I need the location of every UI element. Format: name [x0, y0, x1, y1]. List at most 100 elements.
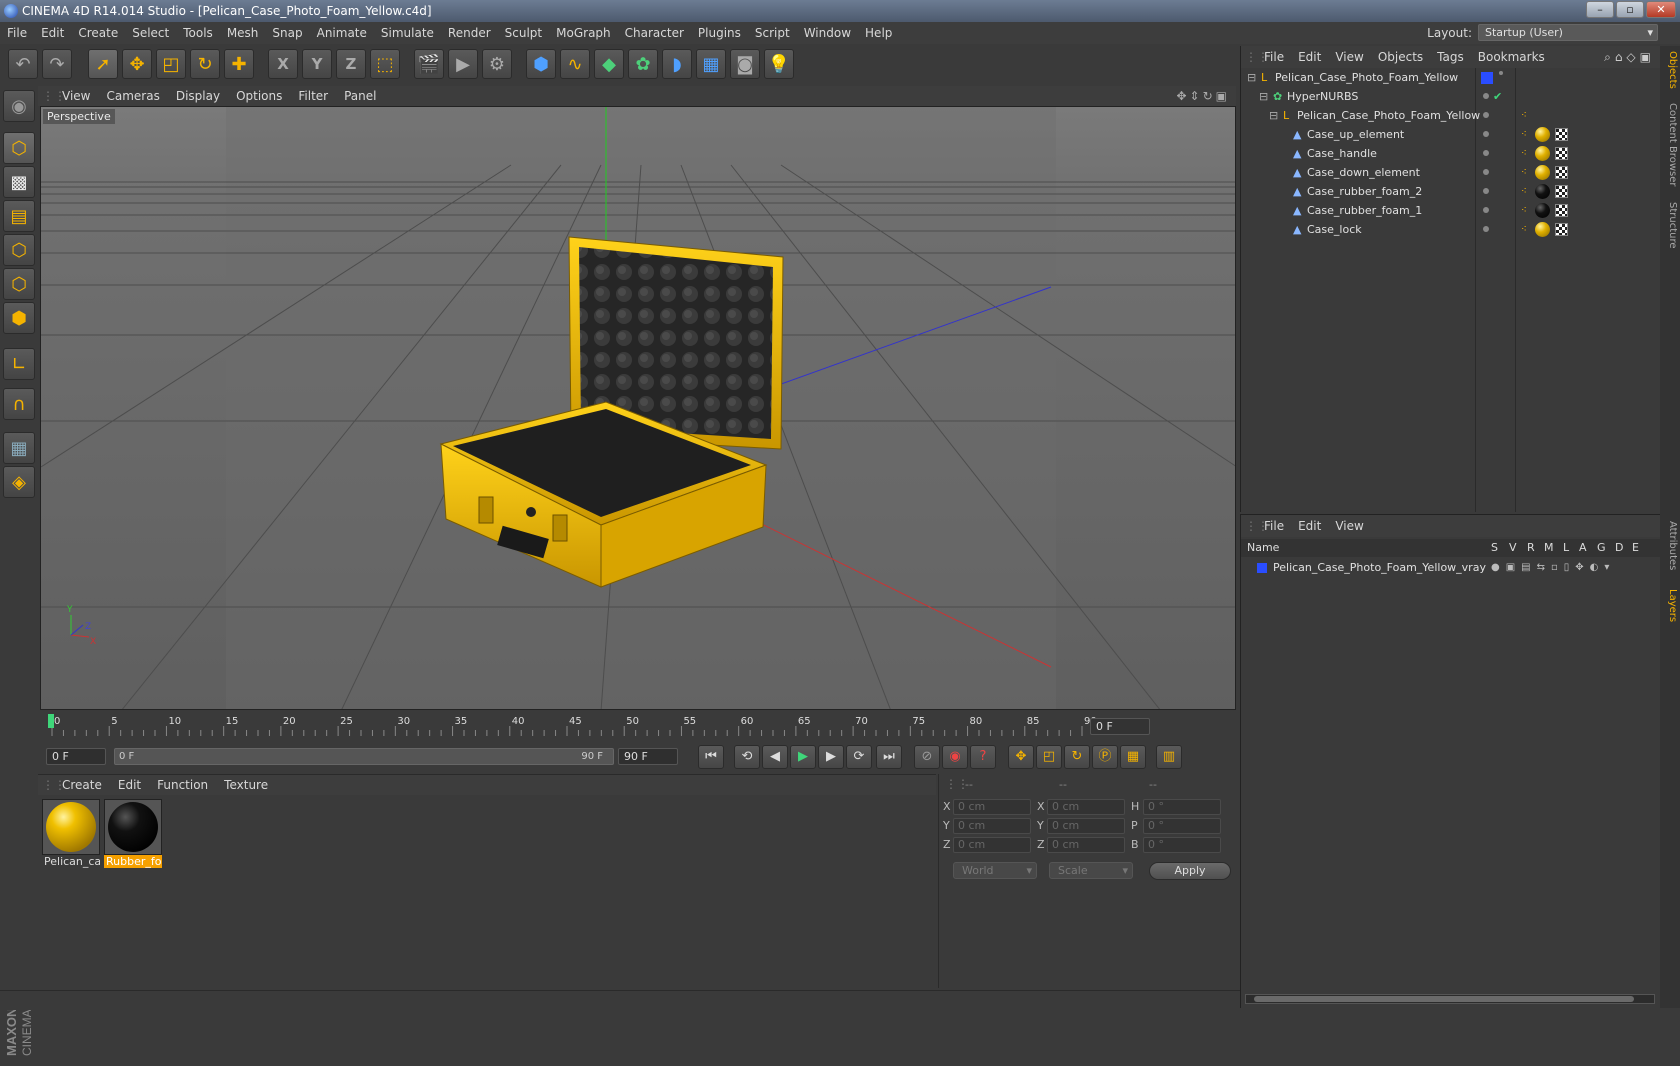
collapse-icon[interactable]: ⊟ — [1269, 106, 1278, 126]
edges-mode-icon[interactable]: ⬡ — [3, 268, 35, 300]
render-view-icon[interactable]: 🎬 — [414, 49, 444, 79]
viewport-menu-display[interactable]: Display — [168, 86, 228, 106]
cube-icon[interactable]: ⬢ — [526, 49, 556, 79]
workplane-mode-icon[interactable]: ▤ — [3, 200, 35, 232]
object-menu-objects[interactable]: Objects — [1371, 46, 1430, 68]
perspective-viewport[interactable]: Y Z X Perspective — [40, 106, 1236, 710]
y-axis-icon[interactable]: Y — [302, 49, 332, 79]
object-row[interactable]: ⊟ L Pelican_Case_Photo_Foam_Yellow — [1241, 68, 1661, 88]
axis-mode-icon[interactable]: ∟ — [3, 348, 35, 380]
spline-icon[interactable]: ∿ — [560, 49, 590, 79]
horizontal-scrollbar[interactable] — [1245, 994, 1655, 1004]
size-z-field[interactable]: 0 cm — [1047, 837, 1125, 853]
light-icon[interactable]: 💡 — [764, 49, 794, 79]
layer-col-manager[interactable]: M — [1544, 539, 1554, 557]
material-swatch-rubber[interactable]: Rubber_foa — [104, 799, 162, 871]
layer-row[interactable]: Pelican_Case_Photo_Foam_Yellow_vray ●▣▤⇆… — [1241, 559, 1661, 577]
next-key-icon[interactable]: ⟳ — [846, 745, 872, 769]
viewport-scene[interactable]: Y Z X — [41, 107, 1236, 710]
size-x-field[interactable]: 0 cm — [1047, 799, 1125, 815]
layer-col-locked[interactable]: L — [1563, 539, 1569, 557]
apply-button[interactable]: Apply — [1149, 862, 1231, 880]
undo-icon[interactable]: ↶ — [8, 49, 38, 79]
texture-tag-icon[interactable] — [1555, 204, 1568, 217]
material-swatch-pelican[interactable]: Pelican_cas — [42, 799, 100, 871]
layer-col-solo[interactable]: S — [1491, 539, 1498, 557]
menu-mograph[interactable]: MoGraph — [549, 22, 618, 44]
select-icon[interactable]: ➚ — [88, 49, 118, 79]
x-axis-icon[interactable]: X — [268, 49, 298, 79]
points-mode-icon[interactable]: ⬡ — [3, 234, 35, 266]
menu-simulate[interactable]: Simulate — [374, 22, 441, 44]
object-row[interactable]: ▲ Case_down_element ⁖ — [1241, 163, 1661, 183]
z-axis-icon[interactable]: Z — [336, 49, 366, 79]
object-search-icons[interactable]: ⌕⌂◇▣ — [1604, 46, 1655, 68]
camera-icon[interactable]: ◙ — [730, 49, 760, 79]
prev-key-icon[interactable]: ⟲ — [734, 745, 760, 769]
preview-range-slider[interactable]: 0 F 90 F — [114, 748, 614, 765]
material-menu-function[interactable]: Function — [149, 775, 216, 795]
tab-content-browser[interactable]: Content Browser — [1662, 100, 1678, 190]
material-menu-edit[interactable]: Edit — [110, 775, 149, 795]
menu-select[interactable]: Select — [125, 22, 176, 44]
material-tag-icon[interactable] — [1535, 127, 1550, 142]
scrollbar-thumb[interactable] — [1254, 996, 1634, 1002]
menu-sculpt[interactable]: Sculpt — [498, 22, 549, 44]
layout-select[interactable]: Startup (User) ▾ — [1478, 24, 1658, 41]
viewport-menu-options[interactable]: Options — [228, 86, 290, 106]
nurbs-icon[interactable]: ◆ — [594, 49, 624, 79]
layer-col-render[interactable]: R — [1527, 539, 1535, 557]
texture-mode-icon[interactable]: ▩ — [3, 166, 35, 198]
menu-animate[interactable]: Animate — [310, 22, 374, 44]
layer-menu-file[interactable]: File — [1257, 515, 1291, 537]
pos-z-field[interactable]: 0 cm — [953, 837, 1031, 853]
locked-workplane-icon[interactable]: ◈ — [3, 466, 35, 498]
menu-script[interactable]: Script — [748, 22, 797, 44]
tab-structure[interactable]: Structure — [1662, 200, 1678, 250]
timeline-scale[interactable]: 051015202530354045505560657075808590 — [38, 712, 1236, 742]
material-tag-icon[interactable] — [1535, 222, 1550, 237]
coordinate-mode-dropdown[interactable]: World ▾ — [953, 862, 1037, 879]
floor-icon[interactable]: ▦ — [696, 49, 726, 79]
collapse-icon[interactable]: ⊟ — [1259, 87, 1268, 107]
size-mode-dropdown[interactable]: Scale ▾ — [1049, 862, 1133, 879]
viewport-menu-filter[interactable]: Filter — [290, 86, 336, 106]
render-settings-icon[interactable]: ⚙ — [482, 49, 512, 79]
layer-color-chip[interactable] — [1481, 72, 1493, 84]
texture-tag-icon[interactable] — [1555, 128, 1568, 141]
scale-icon[interactable]: ◰ — [156, 49, 186, 79]
next-frame-icon[interactable]: ▶ — [818, 745, 844, 769]
material-tag-icon[interactable] — [1535, 165, 1550, 180]
viewport-menu-view[interactable]: View — [54, 86, 98, 106]
move-icon[interactable]: ✥ — [122, 49, 152, 79]
texture-tag-icon[interactable] — [1555, 166, 1568, 179]
start-frame-field[interactable]: 0 F — [46, 748, 106, 765]
maximize-button[interactable]: ▫ — [1616, 1, 1644, 18]
autokey-icon[interactable]: ⊘ — [914, 745, 940, 769]
tab-objects[interactable]: Objects — [1662, 50, 1678, 90]
object-row[interactable]: ▲ Case_rubber_foam_2 ⁖ — [1241, 182, 1661, 202]
object-row[interactable]: ▲ Case_up_element ⁖ — [1241, 125, 1661, 145]
make-editable-icon[interactable]: ◉ — [3, 90, 35, 122]
current-frame-field[interactable]: 0 F — [1090, 718, 1150, 735]
object-menu-edit[interactable]: Edit — [1291, 46, 1328, 68]
array-icon[interactable]: ✿ — [628, 49, 658, 79]
deformer-icon[interactable]: ◗ — [662, 49, 692, 79]
key-pla-icon[interactable]: ▦ — [1120, 745, 1146, 769]
world-coord-icon[interactable]: ⬚ — [370, 49, 400, 79]
redo-icon[interactable]: ↷ — [42, 49, 72, 79]
material-menu-create[interactable]: Create — [54, 775, 110, 795]
model-mode-icon[interactable]: ⬡ — [3, 132, 35, 164]
viewport-nav-icons[interactable]: ✥⇕↻▣ — [1176, 86, 1230, 106]
object-menu-file[interactable]: File — [1257, 46, 1291, 68]
menu-character[interactable]: Character — [618, 22, 691, 44]
layer-col-name[interactable]: Name — [1247, 539, 1279, 557]
texture-tag-icon[interactable] — [1555, 223, 1568, 236]
material-tag-icon[interactable] — [1535, 203, 1550, 218]
add-icon[interactable]: ✚ — [224, 49, 254, 79]
layer-col-generators[interactable]: G — [1597, 539, 1606, 557]
menu-edit[interactable]: Edit — [34, 22, 71, 44]
object-row[interactable]: ▲ Case_rubber_foam_1 ⁖ — [1241, 201, 1661, 221]
end-frame-field[interactable]: 90 F — [618, 748, 678, 765]
size-y-field[interactable]: 0 cm — [1047, 818, 1125, 834]
